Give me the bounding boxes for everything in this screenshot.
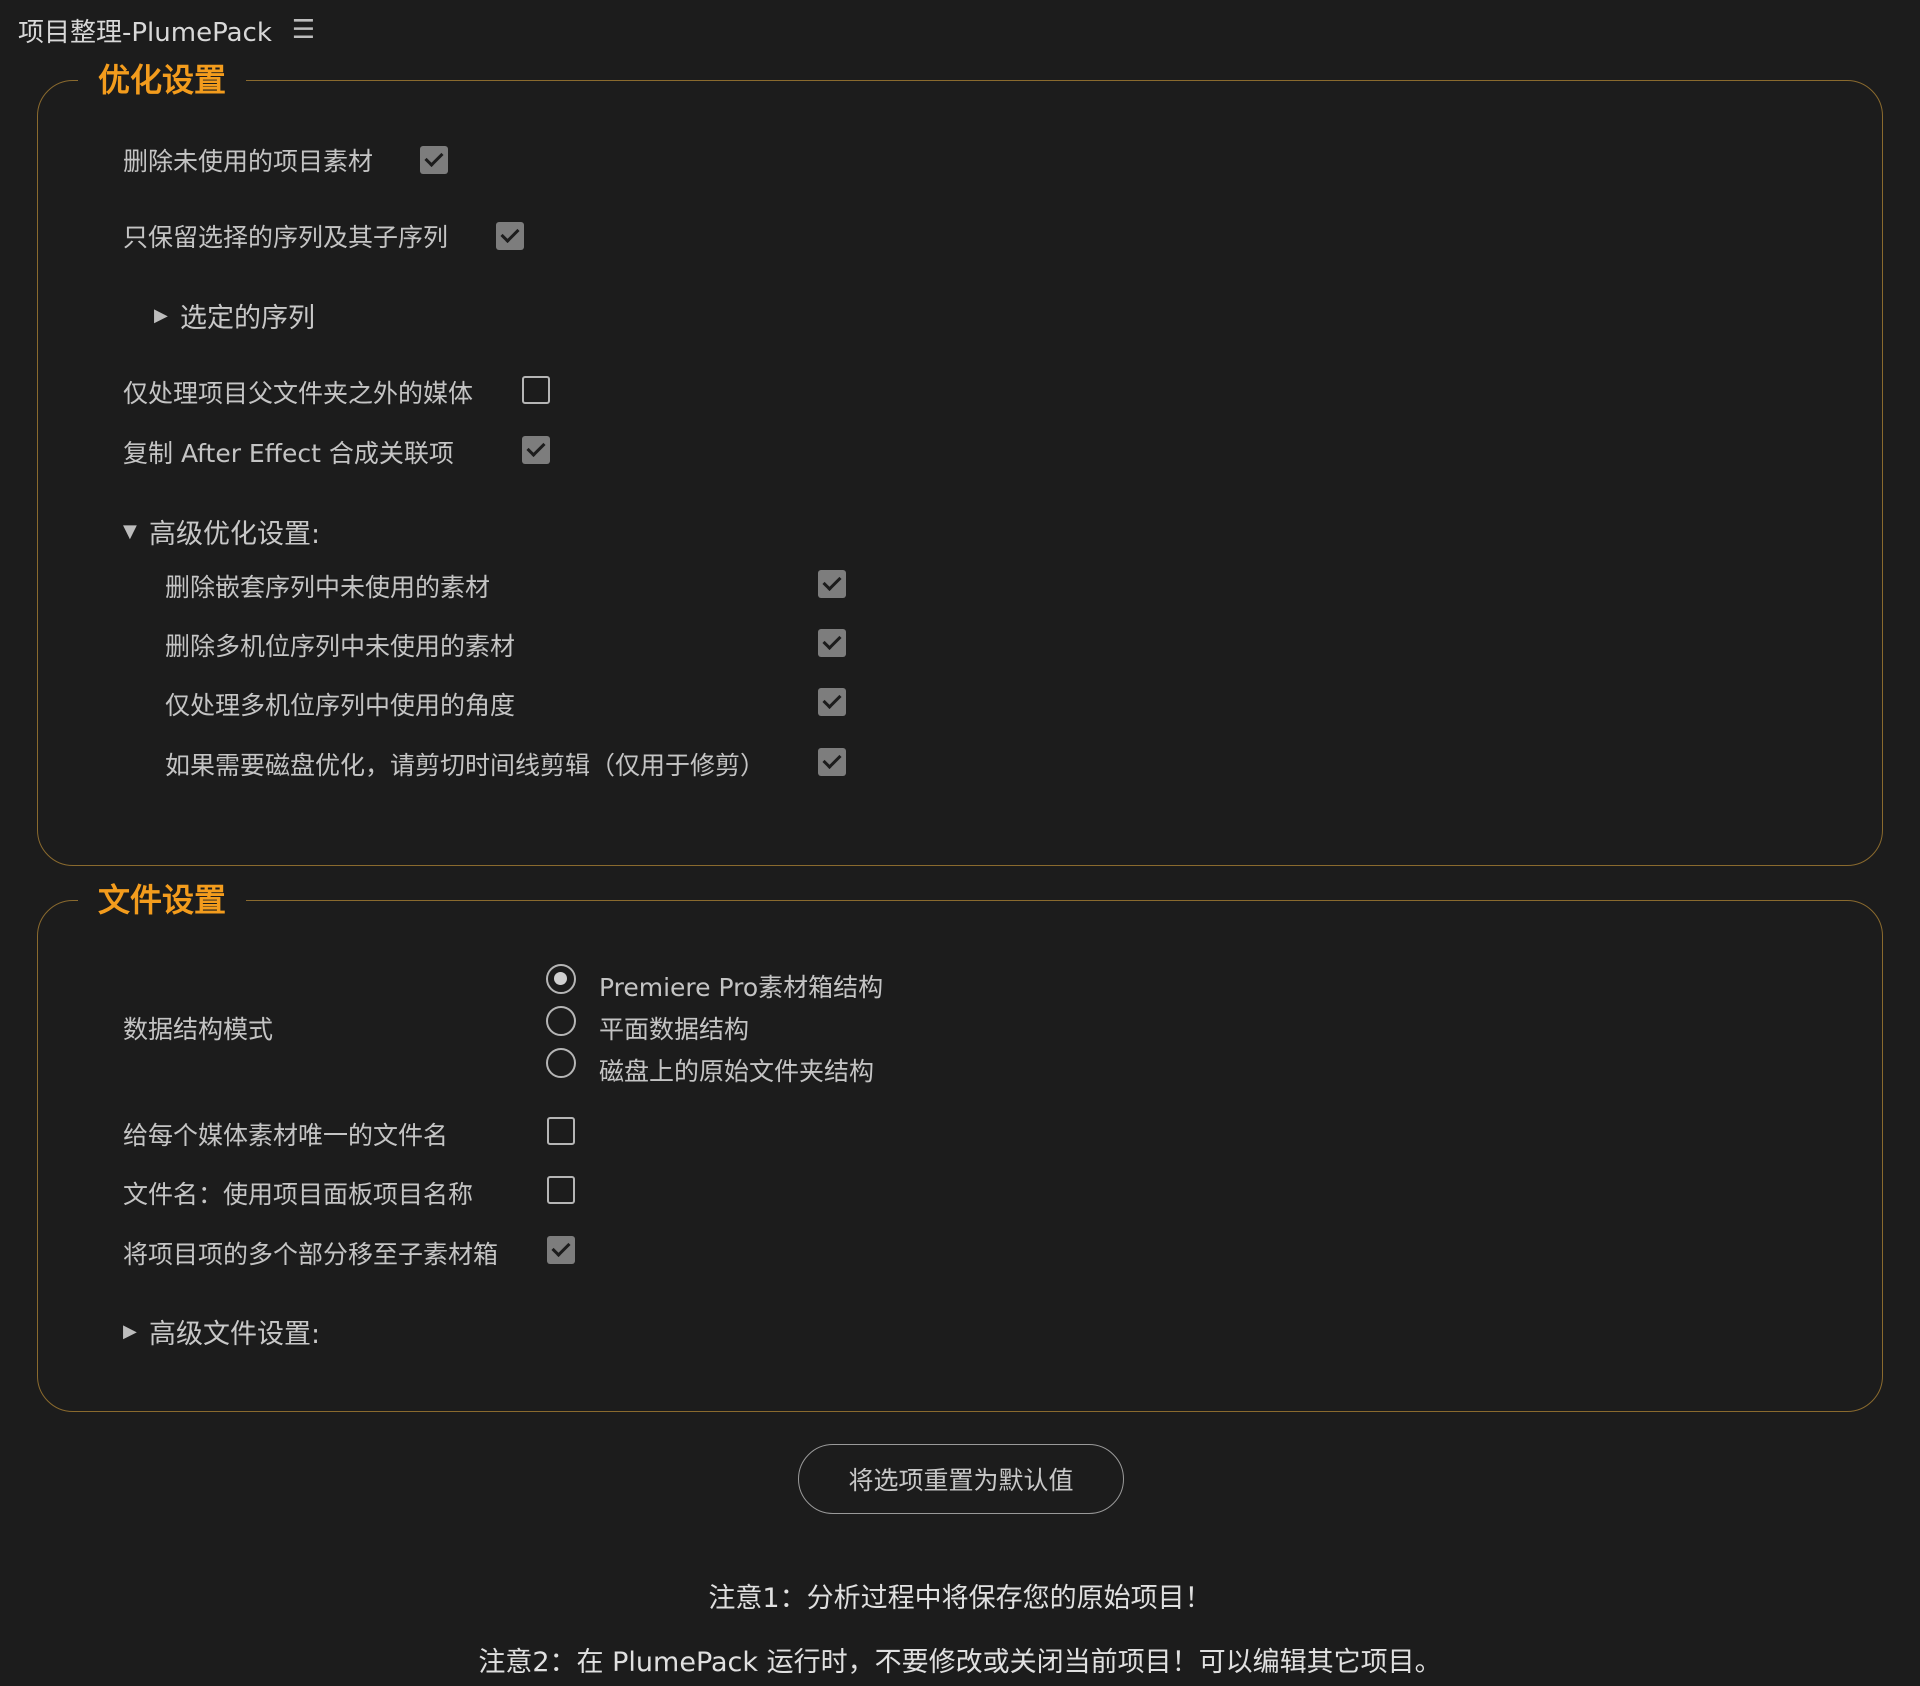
- triangle-down-icon: ▼: [123, 521, 137, 542]
- advanced-file-label: 高级文件设置:: [149, 1319, 321, 1350]
- advanced-item-label: 仅处理多机位序列中使用的角度: [165, 691, 516, 720]
- advanced-file-disclosure[interactable]: ▶ 高级文件设置:: [123, 1312, 320, 1351]
- delete-unused-checkbox[interactable]: [420, 146, 448, 174]
- structure-mode-label: 数据结构模式: [123, 1015, 274, 1044]
- structure-mode-row: 数据结构模式: [123, 1010, 273, 1046]
- structure-option-disk-label[interactable]: 磁盘上的原始文件夹结构: [599, 1052, 874, 1088]
- delete-unused-row: 删除未使用的项目素材: [123, 142, 373, 178]
- panel-title: 项目整理-PlumePack: [18, 17, 272, 48]
- advanced-item-trim-row: 如果需要磁盘优化，请剪切时间线剪辑（仅用于修剪）: [165, 746, 765, 782]
- reset-defaults-button[interactable]: 将选项重置为默认值: [798, 1444, 1124, 1514]
- move-subclips-label: 将项目项的多个部分移至子素材箱: [123, 1240, 499, 1269]
- advanced-item-trim-checkbox[interactable]: [818, 748, 846, 776]
- advanced-item-nested-checkbox[interactable]: [818, 570, 846, 598]
- panel-header: 项目整理-PlumePack ☰: [18, 10, 315, 50]
- process-outside-parent-checkbox[interactable]: [522, 376, 550, 404]
- triangle-right-icon: ▶: [123, 1321, 137, 1342]
- use-panel-names-row: 文件名：使用项目面板项目名称: [123, 1175, 473, 1211]
- unique-filenames-row: 给每个媒体素材唯一的文件名: [123, 1116, 448, 1152]
- unique-filenames-checkbox[interactable]: [547, 1117, 575, 1145]
- structure-option-bin-radio[interactable]: [546, 964, 576, 994]
- advanced-item-label: 删除嵌套序列中未使用的素材: [165, 573, 491, 602]
- advanced-item-label: 删除多机位序列中未使用的素材: [165, 632, 516, 661]
- advanced-optimize-disclosure[interactable]: ▼ 高级优化设置:: [123, 512, 320, 551]
- note-2: 注意2：在 PlumePack 运行时，不要修改或关闭当前项目！可以编辑其它项目…: [478, 1647, 1442, 1678]
- copy-ae-links-label: 复制 After Effect 合成关联项: [123, 439, 454, 468]
- advanced-item-multicam-row: 删除多机位序列中未使用的素材: [165, 627, 515, 663]
- use-panel-names-checkbox[interactable]: [547, 1176, 575, 1204]
- keep-selected-sequences-label: 只保留选择的序列及其子序列: [123, 223, 449, 252]
- delete-unused-label: 删除未使用的项目素材: [123, 147, 374, 176]
- keep-selected-sequences-checkbox[interactable]: [496, 222, 524, 250]
- selected-sequences-disclosure[interactable]: ▶ 选定的序列: [154, 296, 315, 335]
- note-1: 注意1：分析过程中将保存您的原始项目！: [708, 1583, 1212, 1614]
- structure-option-bin-label[interactable]: Premiere Pro素材箱结构: [599, 968, 883, 1004]
- optimize-settings-legend: 优化设置: [98, 61, 227, 99]
- advanced-item-multicam-checkbox[interactable]: [818, 629, 846, 657]
- keep-selected-sequences-row: 只保留选择的序列及其子序列: [123, 218, 448, 254]
- selected-sequences-label: 选定的序列: [180, 303, 315, 334]
- use-panel-names-label: 文件名：使用项目面板项目名称: [123, 1180, 474, 1209]
- advanced-item-angles-row: 仅处理多机位序列中使用的角度: [165, 686, 515, 722]
- advanced-item-nested-row: 删除嵌套序列中未使用的素材: [165, 568, 490, 604]
- advanced-optimize-label: 高级优化设置:: [149, 519, 321, 550]
- structure-option-disk-radio[interactable]: [546, 1048, 576, 1078]
- structure-option-flat-label[interactable]: 平面数据结构: [599, 1010, 749, 1046]
- hamburger-menu-icon[interactable]: ☰: [292, 17, 315, 43]
- unique-filenames-label: 给每个媒体素材唯一的文件名: [123, 1121, 449, 1150]
- structure-option-flat-radio[interactable]: [546, 1006, 576, 1036]
- move-subclips-checkbox[interactable]: [547, 1236, 575, 1264]
- copy-ae-links-checkbox[interactable]: [522, 436, 550, 464]
- process-outside-parent-row: 仅处理项目父文件夹之外的媒体: [123, 374, 473, 410]
- triangle-right-icon: ▶: [154, 305, 168, 326]
- copy-ae-links-row: 复制 After Effect 合成关联项: [123, 434, 454, 470]
- file-settings-legend: 文件设置: [98, 881, 227, 919]
- advanced-item-angles-checkbox[interactable]: [818, 688, 846, 716]
- advanced-item-label: 如果需要磁盘优化，请剪切时间线剪辑（仅用于修剪）: [165, 751, 766, 780]
- process-outside-parent-label: 仅处理项目父文件夹之外的媒体: [123, 379, 474, 408]
- move-subclips-row: 将项目项的多个部分移至子素材箱: [123, 1235, 498, 1271]
